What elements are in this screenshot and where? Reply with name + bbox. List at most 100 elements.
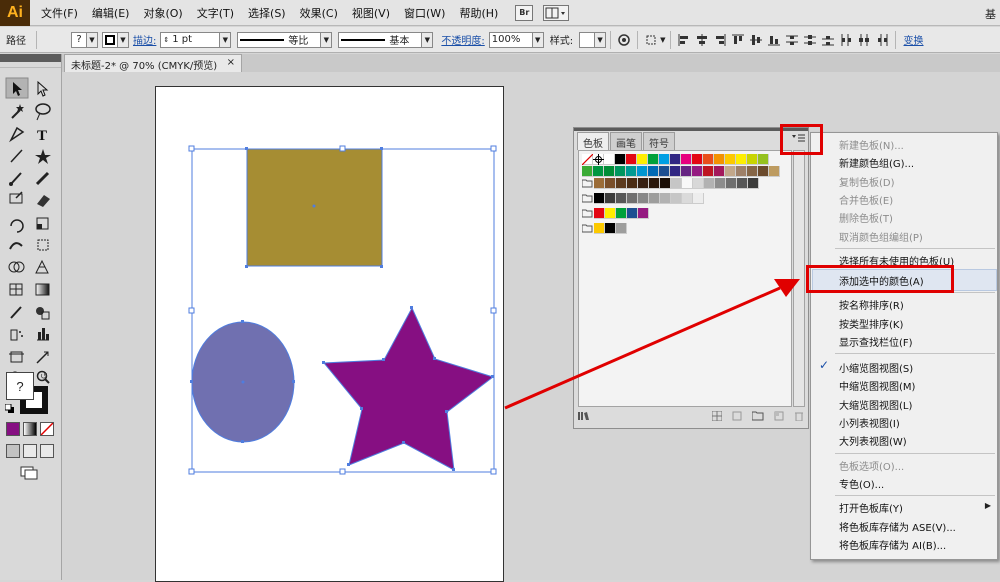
swatch-options-icon[interactable] xyxy=(732,411,742,424)
color-swatch[interactable] xyxy=(605,178,616,189)
brush-definition[interactable]: 基本 xyxy=(338,31,423,48)
color-swatch[interactable] xyxy=(704,178,715,189)
menu-sort-by-kind[interactable]: 按类型排序(K) xyxy=(839,316,903,331)
menu-window[interactable]: 窗口(W) xyxy=(397,5,452,21)
recolor-icon[interactable] xyxy=(617,33,631,47)
swatch-libraries-icon[interactable] xyxy=(578,411,592,424)
stroke-swatch[interactable] xyxy=(102,31,118,48)
color-swatch[interactable] xyxy=(747,154,758,165)
star-shape[interactable] xyxy=(322,306,495,471)
align-to-dropdown[interactable]: ▼ xyxy=(660,36,665,44)
screen-mode-button[interactable] xyxy=(20,466,38,480)
default-colors-icon[interactable] xyxy=(4,403,15,414)
color-swatch[interactable] xyxy=(594,208,605,219)
color-swatch[interactable] xyxy=(736,154,747,165)
color-swatch[interactable] xyxy=(714,154,725,165)
fill-dropdown[interactable]: ▼ xyxy=(87,31,98,48)
color-swatch[interactable] xyxy=(769,166,780,177)
style-swatch[interactable] xyxy=(579,31,596,48)
distribute-vcenter-icon[interactable] xyxy=(803,33,817,47)
align-bottom-icon[interactable] xyxy=(767,33,781,47)
color-swatch[interactable] xyxy=(726,178,737,189)
fill-swatch[interactable]: ? xyxy=(71,31,87,48)
menu-help[interactable]: 帮助(H) xyxy=(452,5,505,21)
color-swatch[interactable] xyxy=(660,193,671,204)
profile-dropdown[interactable]: ▼ xyxy=(321,31,333,48)
color-swatch[interactable] xyxy=(725,166,736,177)
distribute-hcenter-icon[interactable] xyxy=(857,33,871,47)
bridge-button[interactable]: Br xyxy=(515,4,534,21)
color-swatch[interactable] xyxy=(626,154,637,165)
workspace-label[interactable]: 基 xyxy=(985,6,996,22)
color-swatch[interactable] xyxy=(703,154,714,165)
color-swatch[interactable] xyxy=(715,178,726,189)
menu-small-list-view[interactable]: 小列表视图(I) xyxy=(839,415,900,430)
stepper-icon[interactable]: ⇕ xyxy=(163,36,169,44)
menu-new-color-group[interactable]: 新建颜色组(G)... xyxy=(839,155,914,170)
color-swatch[interactable] xyxy=(594,178,605,189)
menu-select[interactable]: 选择(S) xyxy=(241,5,293,21)
color-swatch[interactable] xyxy=(649,193,660,204)
show-kinds-icon[interactable] xyxy=(711,410,723,424)
color-swatch[interactable] xyxy=(659,166,670,177)
color-swatch[interactable] xyxy=(660,178,671,189)
menu-edit[interactable]: 编辑(E) xyxy=(85,5,137,21)
brush-dropdown[interactable]: ▼ xyxy=(422,31,434,48)
menu-medium-thumbnail-view[interactable]: 中缩览图视图(M) xyxy=(839,378,915,393)
menu-merge-swatches[interactable]: 合并色板(E) xyxy=(839,192,893,207)
menu-file[interactable]: 文件(F) xyxy=(34,5,85,21)
menu-show-find-field[interactable]: 显示查找栏位(F) xyxy=(839,334,913,349)
rectangle-shape[interactable] xyxy=(246,148,383,267)
swap-fill-stroke-icon[interactable]: ↺ xyxy=(40,372,48,382)
align-top-icon[interactable] xyxy=(731,33,745,47)
color-swatch[interactable] xyxy=(615,154,626,165)
align-vcenter-icon[interactable] xyxy=(749,33,763,47)
color-swatch[interactable] xyxy=(627,208,638,219)
color-swatch[interactable] xyxy=(682,178,693,189)
color-swatch[interactable] xyxy=(637,154,648,165)
menu-large-list-view[interactable]: 大列表视图(W) xyxy=(839,433,907,448)
color-swatch[interactable] xyxy=(758,166,769,177)
menu-swatch-options[interactable]: 色板选项(O)... xyxy=(839,458,904,473)
menu-type[interactable]: 文字(T) xyxy=(190,5,241,21)
stroke-weight-field[interactable]: ⇕ 1 pt xyxy=(160,31,221,48)
color-swatch[interactable] xyxy=(604,154,615,165)
color-swatch[interactable] xyxy=(692,154,703,165)
color-swatch[interactable] xyxy=(671,193,682,204)
align-right-icon[interactable] xyxy=(713,33,727,47)
color-swatch[interactable] xyxy=(671,178,682,189)
none-swatch[interactable] xyxy=(582,154,593,165)
color-swatch[interactable] xyxy=(605,223,616,234)
color-swatch[interactable] xyxy=(681,166,692,177)
distribute-bottom-icon[interactable] xyxy=(821,33,835,47)
tools-panel-header[interactable] xyxy=(0,54,61,62)
menu-open-swatch-library[interactable]: 打开色板库(Y) xyxy=(839,500,903,515)
color-swatch[interactable] xyxy=(616,208,627,219)
color-swatch[interactable] xyxy=(626,166,637,177)
swatches-scrollbar[interactable] xyxy=(793,150,805,407)
transform-link[interactable]: 变换 xyxy=(900,32,928,47)
color-swatch[interactable] xyxy=(638,178,649,189)
distribute-top-icon[interactable] xyxy=(785,33,799,47)
new-color-group-icon[interactable] xyxy=(751,411,764,424)
opacity-dropdown[interactable]: ▼ xyxy=(532,31,544,48)
menu-large-thumbnail-view[interactable]: 大缩览图视图(L) xyxy=(839,397,912,412)
style-dropdown[interactable]: ▼ xyxy=(595,31,607,48)
align-hcenter-icon[interactable] xyxy=(695,33,709,47)
tab-brushes[interactable]: 画笔 xyxy=(610,132,642,150)
color-swatch[interactable] xyxy=(615,166,626,177)
menu-spot-colors[interactable]: 专色(O)... xyxy=(839,476,884,491)
fill-box[interactable]: ? xyxy=(6,372,34,400)
tab-swatches[interactable]: 色板 xyxy=(577,132,609,150)
color-swatch[interactable] xyxy=(758,154,769,165)
menu-save-library-ai[interactable]: 将色板库存储为 AI(B)... xyxy=(839,537,946,552)
color-swatch[interactable] xyxy=(747,166,758,177)
stroke-weight-dropdown[interactable]: ▼ xyxy=(220,31,232,48)
color-swatch[interactable] xyxy=(725,154,736,165)
new-swatch-icon[interactable] xyxy=(774,411,784,424)
arrange-documents-button[interactable] xyxy=(543,4,570,21)
color-swatch[interactable] xyxy=(638,208,649,219)
registration-swatch[interactable] xyxy=(593,154,604,165)
color-swatch[interactable] xyxy=(637,166,648,177)
menu-delete-swatch[interactable]: 删除色板(T) xyxy=(839,210,893,225)
